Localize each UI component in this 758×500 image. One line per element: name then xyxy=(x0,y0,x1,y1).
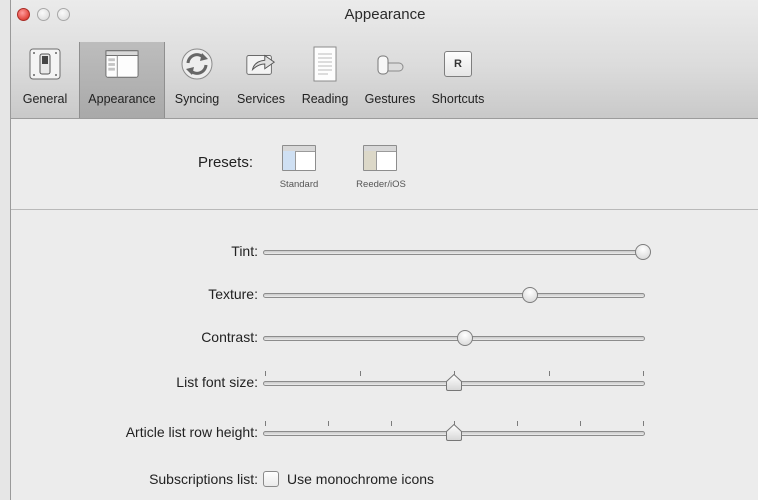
slider-label: Tint: xyxy=(231,243,258,259)
tab-gestures[interactable]: Gestures xyxy=(357,42,423,118)
preset-reeder-ios-caption: Reeder/iOS xyxy=(356,179,406,190)
slider-knob[interactable] xyxy=(457,330,474,346)
slider-tick xyxy=(549,371,550,376)
tab-appearance-label: Appearance xyxy=(88,92,156,106)
tab-appearance[interactable]: Appearance xyxy=(79,42,165,118)
tab-reading[interactable]: Reading xyxy=(293,42,357,118)
document-icon xyxy=(308,46,342,82)
toggle-switch-icon xyxy=(28,46,62,82)
section-divider xyxy=(11,209,758,210)
key-r-letter: R xyxy=(444,51,472,77)
slider-label: List font size: xyxy=(176,374,258,390)
preferences-tabs: General Appearance Syncing Services Read… xyxy=(11,42,493,118)
slider-knob[interactable] xyxy=(446,373,462,391)
tab-gestures-label: Gestures xyxy=(364,92,416,106)
slider-knob[interactable] xyxy=(446,423,462,441)
preset-reeder-ios-thumbnail[interactable] xyxy=(363,145,397,171)
slider-label: Contrast: xyxy=(201,329,258,345)
slider-knob[interactable] xyxy=(635,244,651,260)
preset-standard-thumbnail[interactable] xyxy=(282,145,316,171)
tab-syncing[interactable]: Syncing xyxy=(165,42,229,118)
tab-general[interactable]: General xyxy=(11,42,79,118)
slider-track[interactable] xyxy=(263,336,645,341)
tab-reading-label: Reading xyxy=(301,92,349,106)
preferences-window: Appearance General Appearance Syncing Se… xyxy=(10,0,758,500)
subscriptions-list-label: Subscriptions list: xyxy=(149,471,258,487)
tab-services[interactable]: Services xyxy=(229,42,293,118)
toolbar: Appearance General Appearance Syncing Se… xyxy=(11,0,758,119)
tab-shortcuts[interactable]: R Shortcuts xyxy=(423,42,493,118)
preset-reeder-ios-sidebar xyxy=(364,151,377,170)
slider-knob[interactable] xyxy=(521,287,538,303)
sync-arrows-icon xyxy=(180,46,214,82)
monochrome-icons-label[interactable]: Use monochrome icons xyxy=(287,471,434,487)
presets-label: Presets: xyxy=(197,154,253,171)
tab-syncing-label: Syncing xyxy=(174,92,220,106)
slider-tick xyxy=(265,371,266,376)
tab-services-label: Services xyxy=(237,92,285,106)
slider-tick xyxy=(643,371,644,376)
share-arrow-icon xyxy=(244,46,278,82)
slider-tick xyxy=(328,421,329,426)
key-r-icon: R xyxy=(441,46,475,82)
preset-standard-sidebar xyxy=(283,151,296,170)
slider-tick xyxy=(265,421,266,426)
slider-tick xyxy=(643,421,644,426)
tab-general-label: General xyxy=(22,92,68,106)
slider-tick xyxy=(517,421,518,426)
slider-track[interactable] xyxy=(263,293,645,298)
slider-label: Texture: xyxy=(208,286,258,302)
slider-tick xyxy=(391,421,392,426)
tab-shortcuts-label: Shortcuts xyxy=(431,92,485,106)
slider-tick xyxy=(360,371,361,376)
window-title: Appearance xyxy=(344,6,426,23)
slider-tick xyxy=(580,421,581,426)
window-layout-icon xyxy=(105,46,139,82)
preset-standard-caption: Standard xyxy=(279,179,319,190)
slider-switch-icon xyxy=(373,46,407,82)
slider-label: Article list row height: xyxy=(125,424,258,440)
monochrome-icons-checkbox[interactable] xyxy=(263,471,279,487)
slider-track[interactable] xyxy=(263,250,645,255)
